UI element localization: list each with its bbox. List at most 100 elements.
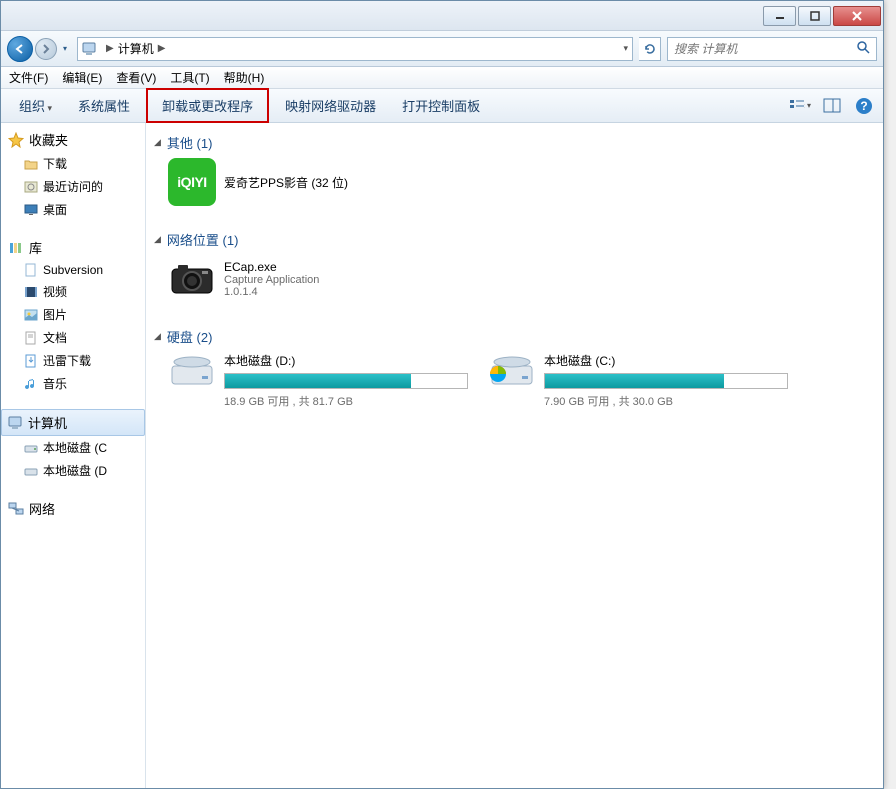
- sidebar-item-pictures[interactable]: 图片: [1, 303, 145, 326]
- netloc-title: ECap.exe: [224, 260, 319, 274]
- breadcrumb-sep: ▶: [158, 43, 166, 54]
- star-icon: [7, 132, 25, 148]
- document-icon: [23, 263, 39, 277]
- breadcrumb-location[interactable]: 计算机: [118, 40, 154, 57]
- section-other-label: 其他 (1): [167, 133, 213, 152]
- addr-dropdown-icon[interactable]: ▾: [623, 43, 628, 54]
- menu-tools[interactable]: 工具(T): [170, 69, 209, 86]
- sidebar-item-label: 本地磁盘 (C: [43, 439, 107, 456]
- sidebar-item-downloads[interactable]: 下载: [1, 152, 145, 175]
- title-bar: [1, 1, 883, 31]
- map-network-drive-button[interactable]: 映射网络驱动器: [275, 92, 386, 119]
- download-icon: [23, 354, 39, 368]
- drive-title: 本地磁盘 (D:): [224, 352, 468, 369]
- drive-item[interactable]: 本地磁盘 (C:)7.90 GB 可用 , 共 30.0 GB: [488, 352, 788, 409]
- nav-arrows: ▾: [7, 36, 71, 62]
- menu-view[interactable]: 查看(V): [116, 69, 156, 86]
- drive-icon: [168, 352, 216, 392]
- search-input[interactable]: [674, 42, 856, 56]
- close-button[interactable]: [833, 6, 881, 26]
- menu-bar: 文件(F) 编辑(E) 查看(V) 工具(T) 帮助(H): [1, 67, 883, 89]
- drive-usage-text: 18.9 GB 可用 , 共 81.7 GB: [224, 393, 468, 409]
- address-bar[interactable]: ▶ 计算机 ▶ ▾: [77, 37, 633, 61]
- sidebar-item-label: 最近访问的: [43, 178, 103, 195]
- collapse-icon: ◢: [154, 234, 161, 245]
- sidebar-favorites-label: 收藏夹: [29, 130, 68, 149]
- sidebar-item-drive-d[interactable]: 本地磁盘 (D: [1, 459, 145, 482]
- library-icon: [7, 240, 25, 256]
- menu-help[interactable]: 帮助(H): [224, 69, 265, 86]
- sidebar-item-recent[interactable]: 最近访问的: [1, 175, 145, 198]
- sidebar-item-videos[interactable]: 视频: [1, 280, 145, 303]
- sidebar-computer-label: 计算机: [28, 413, 67, 432]
- collapse-icon: ◢: [154, 137, 161, 148]
- app-title: 爱奇艺PPS影音 (32 位): [224, 174, 348, 191]
- sidebar-libraries-header[interactable]: 库: [1, 235, 145, 260]
- sidebar-item-drive-c[interactable]: 本地磁盘 (C: [1, 436, 145, 459]
- network-icon: [7, 502, 25, 516]
- drive-icon: [23, 443, 39, 453]
- minimize-button[interactable]: [763, 6, 796, 26]
- organize-button[interactable]: 组织: [9, 92, 62, 119]
- sidebar-item-desktop[interactable]: 桌面: [1, 198, 145, 221]
- maximize-button[interactable]: [798, 6, 831, 26]
- toolbar: 组织 系统属性 卸载或更改程序 映射网络驱动器 打开控制面板 ▾ ?: [1, 89, 883, 123]
- collapse-icon: ◢: [154, 331, 161, 342]
- help-button[interactable]: ?: [853, 95, 875, 117]
- view-options-button[interactable]: ▾: [789, 95, 811, 117]
- picture-icon: [23, 309, 39, 321]
- history-dropdown[interactable]: ▾: [59, 36, 71, 62]
- section-drives-header[interactable]: ◢ 硬盘 (2): [150, 325, 879, 352]
- drive-item[interactable]: 本地磁盘 (D:) 18.9 GB 可用 , 共 81.7 GB: [168, 352, 468, 409]
- music-icon: [23, 377, 39, 391]
- back-button[interactable]: [7, 36, 33, 62]
- sidebar-computer-header[interactable]: 计算机: [1, 409, 145, 436]
- sidebar-network-header[interactable]: 网络: [1, 496, 145, 521]
- nav-bar: ▾ ▶ 计算机 ▶ ▾: [1, 31, 883, 67]
- section-drives-label: 硬盘 (2): [167, 327, 213, 346]
- sidebar-network: 网络: [1, 496, 145, 521]
- sidebar-item-subversion[interactable]: Subversion: [1, 260, 145, 280]
- system-properties-button[interactable]: 系统属性: [68, 92, 140, 119]
- computer-icon: [8, 416, 24, 430]
- sidebar-item-music[interactable]: 音乐: [1, 372, 145, 395]
- drive-usage-text: 7.90 GB 可用 , 共 30.0 GB: [544, 393, 788, 409]
- content-area: ◢ 其他 (1) iQIYI 爱奇艺PPS影音 (32 位) ◢ 网络位置: [146, 123, 883, 788]
- sidebar-item-label: 本地磁盘 (D: [43, 462, 107, 479]
- netloc-item-ecap[interactable]: ECap.exe Capture Application 1.0.1.4: [168, 255, 468, 303]
- search-icon[interactable]: [856, 40, 870, 57]
- preview-pane-button[interactable]: [821, 95, 843, 117]
- drive-icon: [488, 352, 536, 392]
- sidebar-favorites-header[interactable]: 收藏夹: [1, 127, 145, 152]
- forward-button[interactable]: [35, 38, 57, 60]
- search-box[interactable]: [667, 37, 877, 61]
- window-controls: [761, 6, 881, 26]
- sidebar-item-label: 图片: [43, 306, 67, 323]
- sidebar-libraries-label: 库: [29, 238, 42, 257]
- open-control-panel-button[interactable]: 打开控制面板: [392, 92, 490, 119]
- drive-usage-bar: [224, 373, 468, 389]
- section-other-header[interactable]: ◢ 其他 (1): [150, 131, 879, 158]
- refresh-button[interactable]: [639, 37, 661, 61]
- sidebar-item-documents[interactable]: 文档: [1, 326, 145, 349]
- drive-icon: [23, 466, 39, 476]
- sidebar: 收藏夹 下载 最近访问的 桌面 库: [1, 123, 146, 788]
- sidebar-item-label: Subversion: [43, 263, 103, 277]
- sidebar-item-xunlei[interactable]: 迅雷下载: [1, 349, 145, 372]
- uninstall-programs-button[interactable]: 卸载或更改程序: [146, 88, 269, 123]
- computer-icon: [82, 41, 98, 57]
- netloc-sub1: Capture Application: [224, 274, 319, 286]
- folder-icon: [23, 158, 39, 170]
- section-drives: ◢ 硬盘 (2) 本地磁盘 (D:) 18.9 GB 可用 , 共 81.7 GB…: [150, 325, 879, 419]
- sidebar-item-label: 音乐: [43, 375, 67, 392]
- body: 收藏夹 下载 最近访问的 桌面 库: [1, 123, 883, 788]
- sidebar-item-label: 文档: [43, 329, 67, 346]
- section-netloc-header[interactable]: ◢ 网络位置 (1): [150, 228, 879, 255]
- menu-edit[interactable]: 编辑(E): [62, 69, 102, 86]
- iqiyi-icon: iQIYI: [168, 158, 216, 206]
- sidebar-network-label: 网络: [29, 499, 55, 518]
- section-netloc-label: 网络位置 (1): [167, 230, 239, 249]
- menu-file[interactable]: 文件(F): [9, 69, 48, 86]
- app-item-iqiyi[interactable]: iQIYI 爱奇艺PPS影音 (32 位): [168, 158, 468, 206]
- section-netloc: ◢ 网络位置 (1) ECap.exe Capture Application …: [150, 228, 879, 309]
